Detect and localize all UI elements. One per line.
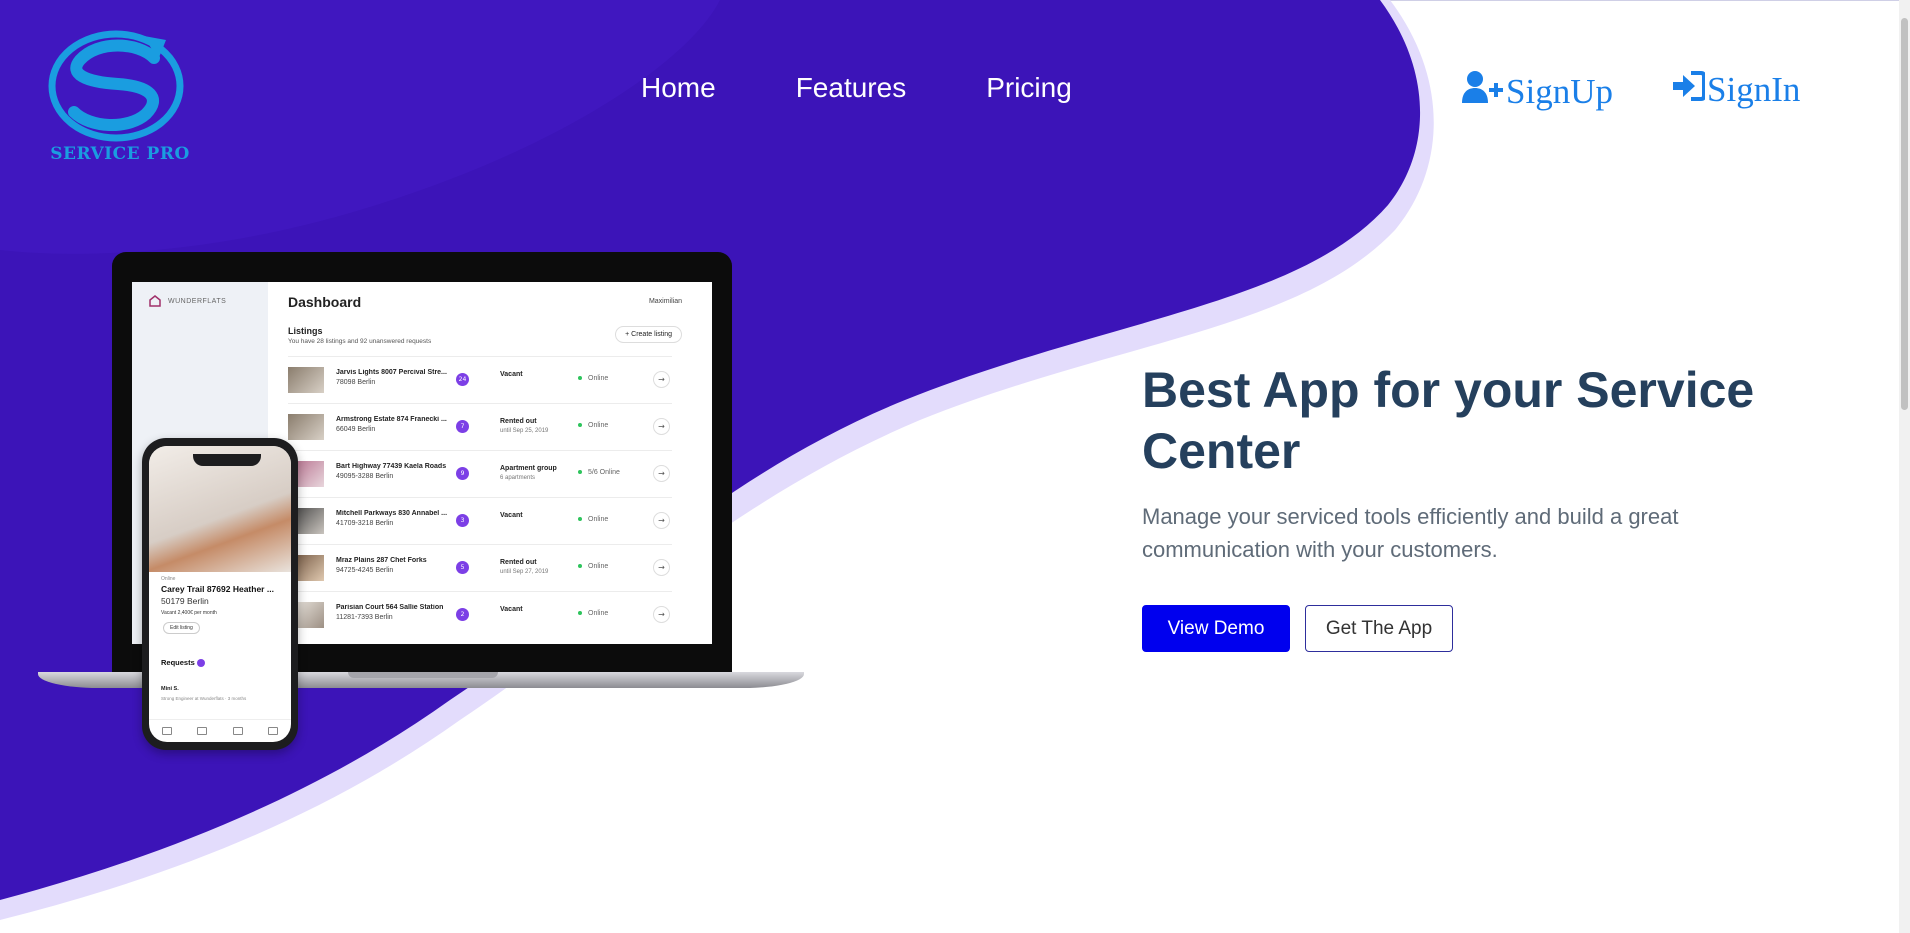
listing-status: Vacant [500, 512, 523, 519]
listing-status-sub: until Sep 27, 2019 [500, 569, 549, 575]
listing-badge: 3 [456, 514, 469, 527]
hero-title: Best App for your Service Center [1142, 362, 1755, 479]
arrow-right-icon: → [653, 371, 670, 388]
signup-label: SignUp [1506, 71, 1613, 111]
brand-logo[interactable]: SERVICE PRO [38, 18, 198, 170]
listing-online: 5/6 Online [578, 469, 620, 476]
auth-links: SignUp [1462, 70, 1613, 113]
listing-address: Parisian Court 564 Sallie Station [336, 604, 444, 611]
listing-thumbnail [288, 414, 324, 440]
listing-badge: 9 [456, 467, 469, 480]
listing-address: Armstrong Estate 874 Franecki ... [336, 416, 447, 423]
listing-status-sub: 6 apartments [500, 475, 536, 481]
nav-features[interactable]: Features [796, 72, 907, 104]
dashboard-user: Maximilian [648, 298, 682, 305]
service-pro-logo-icon [48, 30, 184, 142]
house-icon [149, 295, 161, 307]
listing-badge: 24 [456, 373, 469, 386]
listing-thumbnail [288, 367, 324, 393]
phone-requests-heading: Requests [161, 658, 195, 667]
listing-row: Parisian Court 564 Sallie Station 11281-… [288, 591, 672, 638]
phone-requests-badge [197, 659, 205, 667]
listing-row: Mitchell Parkways 830 Annabel ... 41709-… [288, 497, 672, 544]
user-plus-icon [1462, 70, 1504, 113]
listings-heading: Listings [288, 326, 323, 336]
sign-in-icon [1673, 70, 1706, 110]
listing-city: 94725-4245 Berlin [336, 567, 394, 574]
listing-badge: 5 [456, 561, 469, 574]
listing-status: Vacant [500, 606, 523, 613]
brand-name: SERVICE PRO [50, 144, 190, 164]
main-nav: Home Features Pricing [641, 72, 1072, 104]
laptop-hinge [348, 672, 498, 678]
phone-request-sub: Strong Engineer at Wunderflats · 3 month… [161, 696, 247, 701]
listing-status-sub: until Sep 25, 2019 [500, 428, 549, 434]
signin-link[interactable]: SignIn [1673, 70, 1800, 110]
listing-status: Vacant [500, 371, 523, 378]
phone-listing-status: Online [161, 576, 176, 582]
home-tab-icon [161, 727, 172, 735]
hero-subtitle: Manage your serviced tools efficiently a… [1142, 504, 1679, 562]
phone-request-name: Mini S. [161, 686, 179, 692]
listing-row: Armstrong Estate 874 Franecki ... 66049 … [288, 403, 672, 450]
listing-online: Online [578, 422, 608, 429]
phone-mockup: Online Carey Trail 87692 Heather ... 501… [142, 438, 298, 750]
listing-city: 78098 Berlin [336, 379, 376, 386]
listing-online: Online [578, 375, 608, 382]
listing-city: 11281-7393 Berlin [336, 614, 393, 621]
listing-address: Mitchell Parkways 830 Annabel ... [336, 510, 448, 517]
nav-pricing[interactable]: Pricing [986, 72, 1072, 104]
phone-screen: Online Carey Trail 87692 Heather ... 501… [149, 446, 291, 742]
page-scrollbar[interactable] [1899, 0, 1910, 933]
listing-city: 49095-3288 Berlin [336, 473, 394, 480]
listings-tab-icon [197, 727, 208, 735]
arrow-right-icon: → [653, 418, 670, 435]
view-demo-button[interactable]: View Demo [1142, 605, 1290, 652]
auth-links-signin: SignIn [1673, 70, 1800, 110]
listing-status: Rented out [500, 418, 537, 425]
signin-label: SignIn [1707, 70, 1801, 109]
dashboard-title: Dashboard [288, 294, 362, 310]
listing-badge: 2 [456, 608, 469, 621]
listing-row: Mraz Plains 287 Chet Forks 94725-4245 Be… [288, 544, 672, 591]
phone-listing-meta: Vacant 2,400€ per month [161, 610, 217, 616]
account-tab-icon [268, 727, 279, 735]
arrow-right-icon: → [653, 606, 670, 623]
arrow-right-icon: → [653, 465, 670, 482]
listing-address: Jarvis Lights 8007 Percival Stre... [336, 369, 447, 376]
listing-badge: 7 [456, 420, 469, 433]
listing-online: Online [578, 516, 608, 523]
listing-address: Bart Highway 77439 Kaela Roads [336, 463, 447, 470]
listing-city: 66049 Berlin [336, 426, 376, 433]
listings-table: Jarvis Lights 8007 Percival Stre... 7809… [288, 356, 672, 638]
arrow-right-icon: → [653, 559, 670, 576]
nav-home[interactable]: Home [641, 72, 716, 104]
listing-online: Online [578, 610, 608, 617]
scrollbar-thumb[interactable] [1901, 18, 1908, 410]
dashboard-brand-label: WUNDERFLATS [168, 297, 227, 305]
signup-link[interactable]: SignUp [1462, 70, 1613, 113]
get-the-app-button[interactable]: Get The App [1305, 605, 1453, 652]
listing-row: Bart Highway 77439 Kaela Roads 49095-328… [288, 450, 672, 497]
arrow-right-icon: → [653, 512, 670, 529]
listings-subtitle: You have 28 listings and 92 unanswered r… [288, 338, 432, 345]
phone-listing-city: 50179 Berlin [161, 596, 209, 606]
dashboard-main: Dashboard Maximilian Listings You have 2… [268, 282, 712, 644]
phone-listing-title: Carey Trail 87692 Heather ... [161, 584, 274, 594]
listing-city: 41709-3218 Berlin [336, 520, 394, 527]
listing-online: Online [578, 563, 608, 570]
create-listing-button: + Create listing [615, 326, 682, 343]
listing-status: Rented out [500, 559, 537, 566]
phone-edit-listing-button: Edit listing [163, 622, 200, 634]
listing-status: Apartment group [500, 465, 557, 472]
phone-notch [193, 454, 261, 466]
listing-address: Mraz Plains 287 Chet Forks [336, 557, 427, 564]
dashboard-brand: WUNDERFLATS [148, 294, 226, 308]
phone-tab-bar [149, 719, 291, 742]
calendar-tab-icon [232, 727, 243, 735]
listing-row: Jarvis Lights 8007 Percival Stre... 7809… [288, 356, 672, 403]
